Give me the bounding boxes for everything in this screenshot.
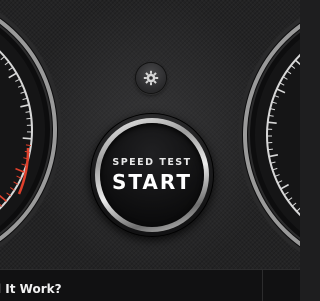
gauge-tick [268, 149, 273, 150]
bottom-bar: l It Work? [0, 269, 300, 301]
gauge-redline-tick [26, 145, 31, 146]
download-gauge [0, 0, 70, 262]
start-button-housing: SPEED TEST START [90, 113, 214, 237]
start-speed-test-button[interactable]: SPEED TEST START [100, 123, 204, 227]
start-button-label: START [112, 170, 192, 194]
how-it-works-link[interactable]: l It Work? [0, 282, 62, 296]
gauge-tick [23, 138, 32, 139]
gauge-tick [268, 122, 277, 123]
gear-icon [143, 70, 159, 86]
settings-button[interactable] [136, 63, 166, 93]
upload-gauge [234, 0, 300, 262]
bottom-divider [262, 270, 263, 301]
gauge-tick [26, 118, 31, 119]
start-button-subtitle: SPEED TEST [112, 157, 191, 169]
